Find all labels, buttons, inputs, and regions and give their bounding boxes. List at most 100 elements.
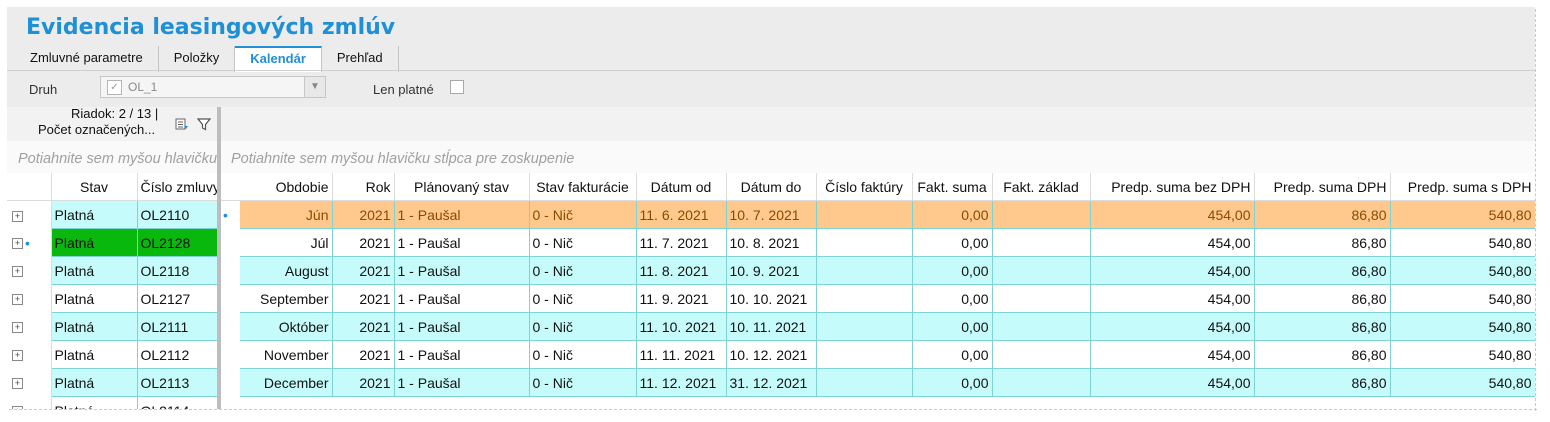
- predp-suma-s-dph-cell[interactable]: 540,80: [1390, 256, 1535, 285]
- druh-select[interactable]: ✓ OL_1 ▼: [100, 76, 326, 98]
- fakt-zaklad-cell[interactable]: [992, 284, 1091, 313]
- predp-suma-dph-cell[interactable]: 86,80: [1254, 340, 1391, 369]
- tab-zmluvne-parametre[interactable]: Zmluvné parametre: [15, 46, 159, 72]
- datum-od-cell[interactable]: 11. 6. 2021: [636, 200, 727, 229]
- predp-suma-bez-dph-cell[interactable]: 454,00: [1090, 284, 1255, 313]
- predp-suma-s-dph-cell[interactable]: 540,80: [1390, 312, 1535, 341]
- stav-cell[interactable]: Platná: [51, 312, 138, 341]
- fakt-zaklad-cell[interactable]: [992, 228, 1091, 257]
- fakt-suma-cell[interactable]: 0,00: [912, 340, 993, 369]
- fakt-suma-cell[interactable]: 0,00: [912, 228, 993, 257]
- cislo-zmluvy-cell[interactable]: OL2111: [137, 312, 218, 341]
- predp-suma-dph-cell[interactable]: 86,80: [1254, 228, 1391, 257]
- expand-plus-icon[interactable]: +: [12, 294, 23, 306]
- rok-cell[interactable]: 2021: [332, 284, 395, 313]
- column-header-planovany-stav[interactable]: Plánovaný stav: [394, 173, 530, 201]
- rok-cell[interactable]: 2021: [332, 340, 395, 369]
- stav-fakturacie-cell[interactable]: 0 - Nič: [529, 200, 637, 229]
- planovany-stav-cell[interactable]: 1 - Paušal: [394, 368, 530, 397]
- datum-od-cell[interactable]: 11. 12. 2021: [636, 368, 727, 397]
- expand-cell[interactable]: +: [7, 256, 52, 285]
- contract-row[interactable]: + • Platná OL2128: [7, 228, 218, 257]
- fakt-zaklad-cell[interactable]: [992, 340, 1091, 369]
- calendar-row[interactable]: • Jún 2021 1 - Paušal 0 - Nič 11. 6. 2021 10. …: [221, 200, 1535, 229]
- expand-plus-icon[interactable]: +: [12, 237, 23, 249]
- predp-suma-bez-dph-cell[interactable]: 454,00: [1090, 228, 1255, 257]
- predp-suma-s-dph-cell[interactable]: 540,80: [1390, 368, 1535, 397]
- contract-row[interactable]: +PlatnáOL2114: [7, 396, 218, 409]
- calendar-row[interactable]: September 2021 1 - Paušal 0 - Nič 11. 9. 202…: [221, 284, 1535, 313]
- obdobie-cell[interactable]: August: [240, 256, 333, 285]
- column-header-rok[interactable]: Rok: [332, 173, 395, 201]
- stav-fakturacie-cell[interactable]: 0 - Nič: [529, 368, 637, 397]
- predp-suma-bez-dph-cell[interactable]: 454,00: [1090, 200, 1255, 229]
- datum-do-cell[interactable]: 10. 8. 2021: [726, 228, 817, 257]
- obdobie-cell[interactable]: November: [240, 340, 333, 369]
- datum-od-cell[interactable]: 11. 10. 2021: [636, 312, 727, 341]
- planovany-stav-cell[interactable]: 1 - Paušal: [394, 340, 530, 369]
- fakt-zaklad-cell[interactable]: [992, 368, 1091, 397]
- rok-cell[interactable]: 2021: [332, 312, 395, 341]
- group-hint-left[interactable]: Potiahnite sem myšou hlavičku stĺpca pre…: [18, 151, 217, 167]
- predp-suma-bez-dph-cell[interactable]: 454,00: [1090, 340, 1255, 369]
- predp-suma-s-dph-cell[interactable]: 540,80: [1390, 284, 1535, 313]
- predp-suma-s-dph-cell[interactable]: 540,80: [1390, 340, 1535, 369]
- datum-od-cell[interactable]: 11. 11. 2021: [636, 340, 727, 369]
- stav-cell[interactable]: Platná: [51, 200, 138, 229]
- expand-cell[interactable]: +: [7, 200, 52, 229]
- obdobie-cell[interactable]: Júl: [240, 228, 333, 257]
- fakt-suma-cell[interactable]: 0,00: [912, 312, 993, 341]
- contract-row[interactable]: + Platná OL2111: [7, 312, 218, 341]
- datum-do-cell[interactable]: 10. 12. 2021: [726, 340, 817, 369]
- column-header-stav-fakturacie[interactable]: Stav fakturácie: [529, 173, 637, 201]
- column-header-predp-suma-s-dph[interactable]: Predp. suma s DPH: [1390, 173, 1535, 201]
- expand-plus-icon[interactable]: +: [12, 378, 23, 390]
- contract-row[interactable]: + Platná OL2110: [7, 200, 218, 229]
- expand-cell[interactable]: + •: [7, 228, 52, 257]
- expand-cell[interactable]: +: [7, 284, 52, 313]
- contract-row[interactable]: + Platná OL2118: [7, 256, 218, 285]
- column-header-fakt-zaklad[interactable]: Fakt. základ: [992, 173, 1091, 201]
- obdobie-cell[interactable]: Jún: [240, 200, 333, 229]
- expand-cell[interactable]: +: [7, 396, 52, 409]
- datum-do-cell[interactable]: 10. 9. 2021: [726, 256, 817, 285]
- stav-cell[interactable]: Platná: [51, 396, 138, 409]
- datum-od-cell[interactable]: 11. 9. 2021: [636, 284, 727, 313]
- predp-suma-s-dph-cell[interactable]: 540,80: [1390, 228, 1535, 257]
- column-header-fakt-suma[interactable]: Fakt. suma: [912, 173, 993, 201]
- expand-plus-icon[interactable]: +: [12, 322, 23, 334]
- planovany-stav-cell[interactable]: 1 - Paušal: [394, 200, 530, 229]
- calendar-row[interactable]: December 2021 1 - Paušal 0 - Nič 11. 12. 202…: [221, 368, 1535, 397]
- predp-suma-dph-cell[interactable]: 86,80: [1254, 368, 1391, 397]
- cislo-faktury-cell[interactable]: [816, 284, 913, 313]
- cislo-faktury-cell[interactable]: [816, 200, 913, 229]
- stav-fakturacie-cell[interactable]: 0 - Nič: [529, 312, 637, 341]
- fakt-suma-cell[interactable]: 0,00: [912, 284, 993, 313]
- column-header-predp-suma-dph[interactable]: Predp. suma DPH: [1254, 173, 1391, 201]
- rok-cell[interactable]: 2021: [332, 200, 395, 229]
- fakt-zaklad-cell[interactable]: [992, 312, 1091, 341]
- column-header-datum-od[interactable]: Dátum od: [636, 173, 727, 201]
- cislo-zmluvy-cell[interactable]: OL2127: [137, 284, 218, 313]
- datum-od-cell[interactable]: 11. 8. 2021: [636, 256, 727, 285]
- expand-plus-icon[interactable]: +: [12, 210, 23, 222]
- stav-cell[interactable]: Platná: [51, 284, 138, 313]
- predp-suma-dph-cell[interactable]: 86,80: [1254, 200, 1391, 229]
- planovany-stav-cell[interactable]: 1 - Paušal: [394, 256, 530, 285]
- cislo-faktury-cell[interactable]: [816, 312, 913, 341]
- expand-cell[interactable]: +: [7, 368, 52, 397]
- calendar-row[interactable]: Október 2021 1 - Paušal 0 - Nič 11. 10. 2021…: [221, 312, 1535, 341]
- fakt-suma-cell[interactable]: 0,00: [912, 200, 993, 229]
- obdobie-cell[interactable]: Október: [240, 312, 333, 341]
- chevron-down-icon[interactable]: ▼: [304, 77, 325, 97]
- cislo-zmluvy-cell[interactable]: OL2112: [137, 340, 218, 369]
- export-icon[interactable]: [175, 117, 189, 131]
- column-header-datum-do[interactable]: Dátum do: [726, 173, 817, 201]
- tab-kalendar[interactable]: Kalendár: [235, 46, 322, 72]
- calendar-row[interactable]: August 2021 1 - Paušal 0 - Nič 11. 8. 2021 10…: [221, 256, 1535, 285]
- fakt-suma-cell[interactable]: 0,00: [912, 256, 993, 285]
- column-header-obdobie[interactable]: Obdobie: [240, 173, 333, 201]
- column-header-cislo-zmluvy[interactable]: Číslo zmluvy: [137, 173, 218, 201]
- stav-cell[interactable]: Platná: [51, 368, 138, 397]
- group-hint-right[interactable]: Potiahnite sem myšou hlavičku stĺpca pre…: [231, 151, 574, 167]
